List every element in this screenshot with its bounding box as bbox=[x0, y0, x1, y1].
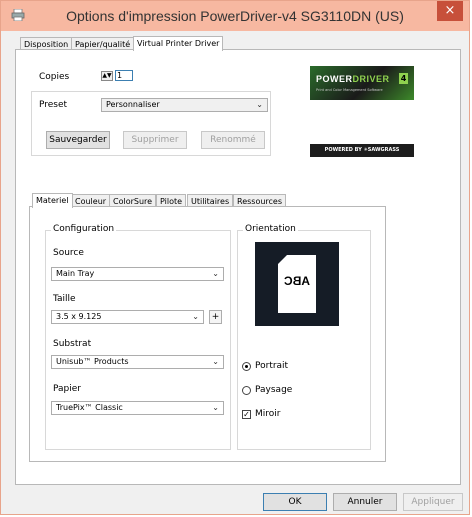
size-select[interactable]: 3.5 x 9.125 ⌄ bbox=[51, 310, 204, 324]
size-select-value: 3.5 x 9.125 bbox=[56, 312, 102, 321]
substrate-select[interactable]: Unisub™ Products ⌄ bbox=[51, 355, 224, 369]
source-select[interactable]: Main Tray ⌄ bbox=[51, 267, 224, 281]
portrait-label: Portrait bbox=[255, 361, 289, 371]
copies-input[interactable]: 1 bbox=[115, 70, 133, 81]
page-preview-icon: ABC bbox=[278, 255, 316, 313]
ok-button[interactable]: OK bbox=[263, 493, 327, 511]
powerdriver-logo: POWERDRIVER 4 Print and Color Management… bbox=[310, 66, 414, 100]
cancel-button[interactable]: Annuler bbox=[333, 493, 397, 511]
window-title: Options d'impression PowerDriver-v4 SG31… bbox=[66, 8, 404, 24]
substrate-label: Substrat bbox=[53, 339, 92, 349]
copies-spinner[interactable]: ▲▼ bbox=[101, 71, 113, 81]
rename-preset-button[interactable]: Renommé bbox=[201, 131, 265, 149]
orientation-title: Orientation bbox=[243, 224, 298, 234]
source-select-value: Main Tray bbox=[56, 269, 95, 278]
printer-icon bbox=[11, 9, 25, 21]
paper-select[interactable]: TruePix™ Classic ⌄ bbox=[51, 401, 224, 415]
close-button[interactable]: × bbox=[437, 1, 463, 21]
chevron-down-icon: ⌄ bbox=[212, 269, 219, 278]
paper-label: Papier bbox=[53, 384, 81, 394]
sawgrass-logo: POWERED BY ✳SAWGRASS bbox=[310, 144, 414, 157]
title-bar: Options d'impression PowerDriver-v4 SG31… bbox=[1, 1, 469, 31]
add-size-button[interactable]: + bbox=[209, 310, 222, 324]
mirror-label: Miroir bbox=[255, 409, 281, 419]
chevron-down-icon: ⌄ bbox=[212, 403, 219, 412]
preview-text: ABC bbox=[284, 274, 310, 288]
mirror-checkbox[interactable]: ✓ bbox=[242, 410, 251, 419]
print-options-window: Options d'impression PowerDriver-v4 SG31… bbox=[0, 0, 470, 515]
copies-label: Copies bbox=[39, 72, 70, 82]
portrait-radio[interactable] bbox=[242, 362, 251, 371]
chevron-down-icon: ⌄ bbox=[192, 312, 199, 321]
powerdriver-logo-title: POWERDRIVER bbox=[316, 74, 390, 84]
delete-preset-button[interactable]: Supprimer bbox=[123, 131, 187, 149]
chevron-down-icon: ⌄ bbox=[212, 357, 219, 366]
preset-select[interactable]: Personnaliser ⌄ bbox=[101, 98, 268, 112]
configuration-title: Configuration bbox=[51, 224, 117, 234]
save-preset-button[interactable]: Sauvegarder bbox=[46, 131, 110, 149]
powerdriver-version-badge: 4 bbox=[399, 73, 408, 84]
tab-materiel[interactable]: Materiel bbox=[32, 193, 73, 208]
chevron-down-icon: ⌄ bbox=[256, 100, 263, 109]
tab-virtual-printer-driver[interactable]: Virtual Printer Driver bbox=[133, 36, 224, 51]
apply-button[interactable]: Appliquer bbox=[403, 493, 463, 511]
paper-select-value: TruePix™ Classic bbox=[56, 403, 123, 412]
source-label: Source bbox=[53, 248, 84, 258]
powerdriver-logo-subtitle: Print and Color Management Software bbox=[316, 88, 383, 92]
landscape-label: Paysage bbox=[255, 385, 293, 395]
substrate-select-value: Unisub™ Products bbox=[56, 357, 129, 366]
preset-select-value: Personnaliser bbox=[106, 100, 160, 109]
orientation-preview: ABC bbox=[255, 242, 339, 326]
landscape-radio[interactable] bbox=[242, 386, 251, 395]
size-label: Taille bbox=[53, 294, 76, 304]
preset-label: Preset bbox=[39, 100, 68, 110]
